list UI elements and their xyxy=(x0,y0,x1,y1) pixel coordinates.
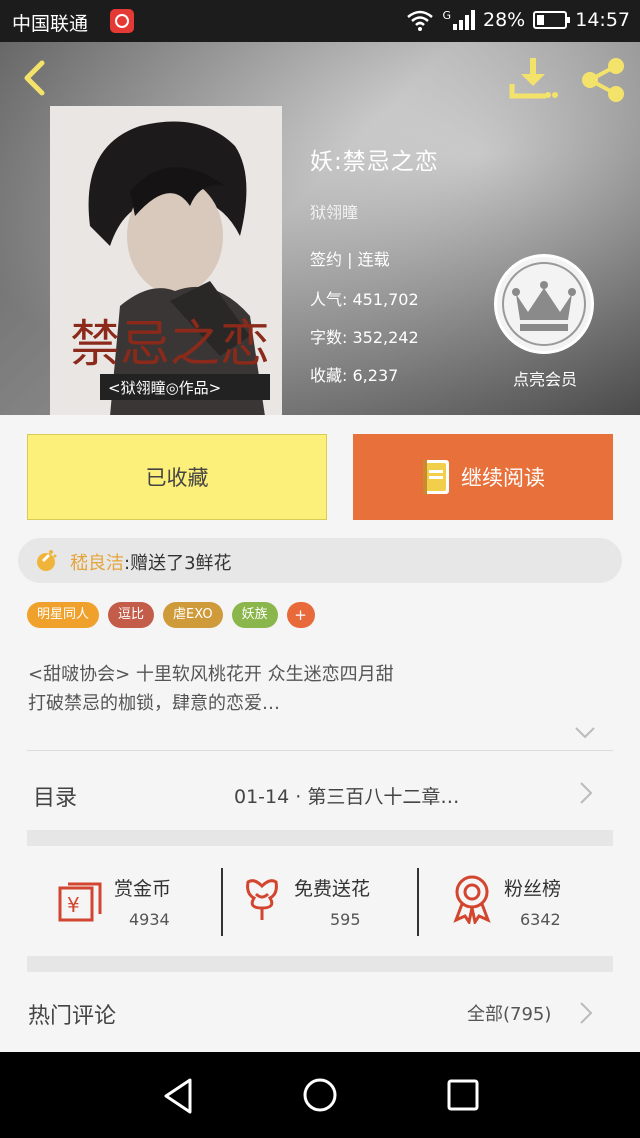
wordcount-label: 字数: xyxy=(310,328,348,347)
continue-reading-button[interactable]: 继续阅读 xyxy=(353,434,613,520)
stat-label: 粉丝榜 xyxy=(504,878,562,900)
gift-username[interactable]: 嵇良洁 xyxy=(70,553,124,574)
comments-all-link[interactable]: 全部(795) xyxy=(467,1000,551,1026)
nav-back-icon[interactable] xyxy=(160,1076,196,1116)
megaphone-icon xyxy=(37,550,57,571)
continue-reading-label: 继续阅读 xyxy=(461,466,545,490)
tag-item[interactable]: 逗比 xyxy=(108,602,155,628)
book-icon xyxy=(423,460,449,494)
popularity-label: 人气: xyxy=(310,290,348,309)
vip-label[interactable]: 点亮会员 xyxy=(497,366,593,390)
stat-divider xyxy=(221,868,223,936)
cover-credit: <狱翎瞳◎作品> xyxy=(108,379,221,397)
stat-value: 4934 xyxy=(129,910,170,929)
chevron-down-icon[interactable] xyxy=(574,724,596,742)
flower-icon xyxy=(246,879,278,920)
netease-icon xyxy=(110,9,134,33)
svg-text:¥: ¥ xyxy=(67,893,80,917)
clock: 14:57 xyxy=(575,9,630,31)
divider xyxy=(27,750,613,751)
share-icon[interactable] xyxy=(578,56,628,102)
chevron-right-icon xyxy=(580,782,593,804)
tag-item[interactable]: 妖族 xyxy=(231,602,278,628)
nav-home-icon[interactable] xyxy=(302,1077,338,1113)
section-gap xyxy=(27,956,613,972)
add-tag-button[interactable]: + xyxy=(286,602,315,628)
free-flowers[interactable]: 免费送花 595 xyxy=(242,868,416,940)
toc-label: 目录 xyxy=(33,786,78,811)
stat-divider xyxy=(417,868,419,936)
book-status: 签约 | 连载 xyxy=(310,250,390,269)
status-bar: 中国联通 G 28% 14:57 xyxy=(0,0,640,42)
tag-item[interactable]: 明星同人 xyxy=(27,602,100,628)
gift-message: :赠送了3鲜花 xyxy=(124,553,232,574)
description-line: 打破禁忌的枷锁，肆意的恋爱… xyxy=(28,693,280,714)
stat-value: 595 xyxy=(330,910,361,929)
toc-latest-chapter: 01-14 · 第三百八十二章… xyxy=(234,786,460,808)
download-icon[interactable] xyxy=(508,56,558,102)
medal-icon xyxy=(453,875,491,924)
collected-label: 已收藏 xyxy=(145,466,209,490)
book-cover[interactable]: 禁忌之恋 <狱翎瞳◎作品> xyxy=(50,106,282,415)
crown-icon[interactable] xyxy=(494,254,594,354)
gift-notice[interactable]: 嵇良洁:赠送了3鲜花 xyxy=(18,538,622,583)
stat-label: 赏金币 xyxy=(114,878,172,900)
fan-ranking[interactable]: 粉丝榜 6342 xyxy=(452,868,602,940)
battery-icon xyxy=(533,11,571,29)
stat-value: 6342 xyxy=(520,910,561,929)
chevron-right-icon xyxy=(580,1002,593,1024)
section-gap xyxy=(27,830,613,846)
wordcount-value: 352,242 xyxy=(352,328,419,347)
battery-percent: 28% xyxy=(483,9,526,31)
book-favorites: 收藏: 6,237 xyxy=(310,362,398,386)
tag-item[interactable]: 虐EXO xyxy=(163,602,223,628)
nav-recent-apps-icon[interactable] xyxy=(446,1078,480,1112)
back-icon[interactable] xyxy=(18,60,54,96)
stat-label: 免费送花 xyxy=(294,878,371,900)
collected-button[interactable]: 已收藏 xyxy=(27,434,327,520)
popularity-value: 451,702 xyxy=(352,290,419,309)
red-envelope-icon: ¥ xyxy=(58,882,102,922)
tag-list: 明星同人 逗比 虐EXO 妖族 + xyxy=(27,602,315,628)
signal-icon xyxy=(453,10,475,30)
comments-title: 热门评论 xyxy=(28,1004,117,1029)
book-description: <甜啵协会> 十里软风桃花开 众生迷恋四月甜 打破禁忌的枷锁，肆意的恋爱… xyxy=(28,660,588,718)
book-popularity: 人气: 451,702 xyxy=(310,286,419,310)
carrier-name: 中国联通 xyxy=(12,13,89,35)
cover-title-art: 禁忌之恋 xyxy=(70,315,270,373)
book-title: 妖:禁忌之恋 xyxy=(310,149,439,175)
favorites-value: 6,237 xyxy=(352,366,399,385)
book-header: 禁忌之恋 <狱翎瞳◎作品> 妖:禁忌之恋 狱翎瞳 签约 | 连载 人气: 451… xyxy=(0,42,640,415)
wifi-icon xyxy=(407,10,434,31)
reward-coins[interactable]: ¥ 赏金币 4934 xyxy=(56,868,222,940)
network-type: G xyxy=(442,8,451,22)
status-right: G 28% 14:57 xyxy=(406,9,630,31)
favorites-label: 收藏: xyxy=(310,366,348,385)
description-line: <甜啵协会> 十里软风桃花开 众生迷恋四月甜 xyxy=(28,664,394,685)
book-wordcount: 字数: 352,242 xyxy=(310,324,419,348)
book-author[interactable]: 狱翎瞳 xyxy=(310,199,358,223)
